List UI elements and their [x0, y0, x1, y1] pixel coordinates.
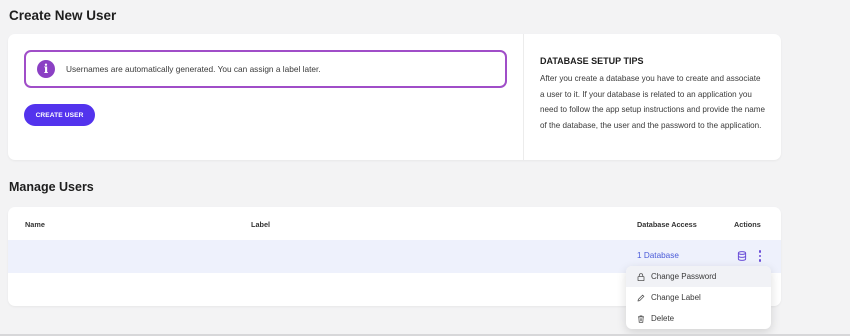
- create-user-heading: Create New User: [9, 8, 117, 23]
- trash-icon: [638, 315, 644, 323]
- menu-item-label: Change Password: [651, 272, 717, 281]
- database-setup-tips: DATABASE SETUP TIPS After you create a d…: [523, 34, 781, 160]
- kebab-menu-icon[interactable]: [756, 249, 764, 263]
- database-icon[interactable]: [737, 251, 747, 261]
- menu-item-delete[interactable]: Delete: [626, 308, 771, 329]
- create-user-card: i Usernames are automatically generated.…: [8, 34, 781, 160]
- menu-item-change-label[interactable]: Change Label: [626, 287, 771, 308]
- username-notice: i Usernames are automatically generated.…: [24, 50, 507, 88]
- pencil-icon: [637, 294, 645, 301]
- database-access-link[interactable]: 1 Database: [637, 251, 679, 260]
- menu-item-label: Delete: [651, 314, 675, 323]
- tips-body: After you create a database you have to …: [540, 74, 765, 130]
- lock-icon: [637, 272, 645, 281]
- column-header-name: Name: [25, 220, 45, 229]
- column-header-database-access: Database Access: [637, 220, 697, 229]
- manage-users-heading: Manage Users: [9, 180, 94, 194]
- actions-dropdown-menu: Change Password Change Label Delete: [626, 266, 771, 329]
- column-header-label: Label: [251, 220, 271, 229]
- column-header-actions: Actions: [734, 220, 761, 229]
- create-user-button[interactable]: CREATE USER: [24, 104, 95, 126]
- menu-item-label: Change Label: [651, 293, 701, 302]
- info-icon: i: [37, 60, 55, 78]
- menu-item-change-password[interactable]: Change Password: [626, 266, 771, 287]
- notice-text: Usernames are automatically generated. Y…: [66, 64, 321, 74]
- tips-title: DATABASE SETUP TIPS: [540, 56, 644, 66]
